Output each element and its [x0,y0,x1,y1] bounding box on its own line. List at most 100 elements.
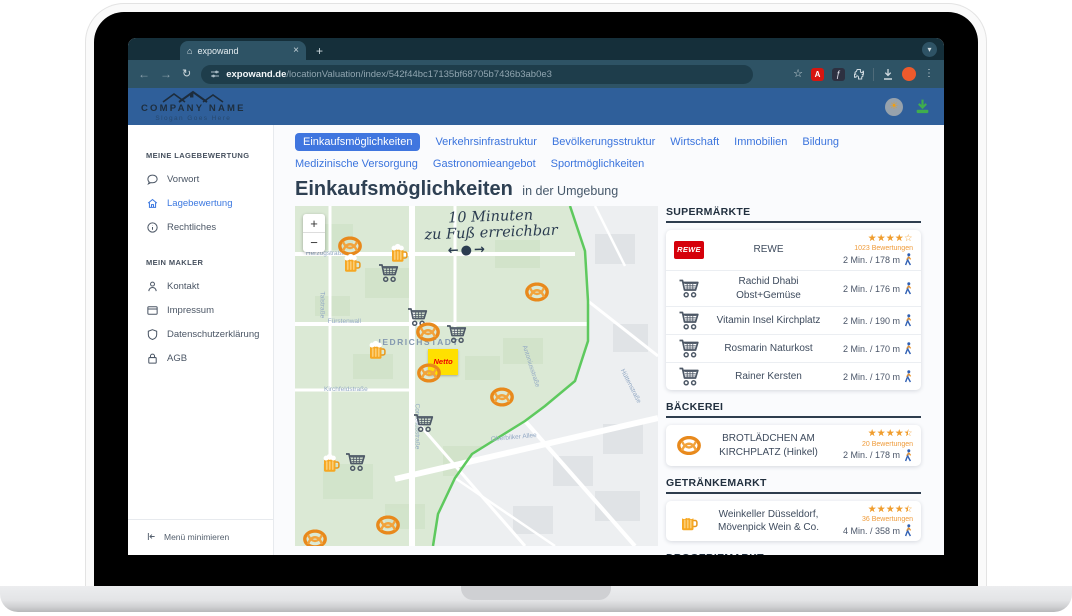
walking-icon [904,253,913,266]
list-item[interactable]: Rainer Kersten2 Min. / 170 m [666,363,921,390]
map-pretzel-icon[interactable] [417,363,441,382]
map-cart-icon[interactable] [378,263,401,282]
menu-minimize-label: Menü minimieren [164,532,229,542]
shield-icon [146,328,159,341]
collapse-icon [146,531,157,542]
back-icon[interactable]: ← [138,68,150,80]
page-subtitle: in der Umgebung [522,184,618,198]
sidebar-item-agb[interactable]: AGB [146,352,265,365]
map-cart-icon[interactable] [445,324,468,343]
section-header: GETRÄNKEMARKT [666,477,921,494]
info-icon [146,221,159,234]
map-pretzel-icon[interactable] [303,529,327,546]
toolbar-icons: ☆ A ƒ ⋮ [793,67,934,81]
sidebar-item-lagebewertung[interactable]: Lagebewertung [146,197,265,210]
extensions-puzzle-icon[interactable] [853,68,865,80]
street-label: Talstraße [319,291,326,318]
roofline-icon [161,90,225,103]
map[interactable]: + − 10 Minuten zu Fuß erreichbar ←●→ Her… [295,206,658,546]
section-card: Weinkeller Düsseldorf, Mövenpick Wein & … [666,501,921,541]
bookmark-star-icon[interactable]: ☆ [793,69,803,80]
store-name: BROTLÄDCHEN AM KIRCHPLATZ (Hinkel) [706,432,831,459]
profile-avatar[interactable] [902,67,916,81]
list-item[interactable]: Vitamin Insel Kirchplatz2 Min. / 190 m [666,307,921,335]
tab-close-icon[interactable]: × [293,45,299,56]
map-cart-icon[interactable] [412,413,435,432]
map-beer-icon[interactable] [343,254,361,273]
function-extension-icon[interactable]: ƒ [832,68,845,81]
menu-minimize-button[interactable]: Menü minimieren [128,519,273,555]
nav-tab[interactable]: Einkaufsmöglichkeiten [295,133,420,151]
rewe-logo: REWE [672,241,706,259]
adobe-acrobat-icon[interactable]: A [811,68,824,81]
distance-text: 4 Min. / 358 m [843,526,900,536]
sidebar-item-label: Datenschutzerklärung [167,329,259,340]
download-report-icon[interactable] [914,98,931,115]
new-tab-button[interactable]: + [316,45,323,57]
sidebar-item-impressum[interactable]: Impressum [146,304,265,317]
distance-info: 2 Min. / 176 m [843,282,913,295]
distance-text: 2 Min. / 178 m [843,450,900,460]
sidebar-item-kontakt[interactable]: Kontakt [146,280,265,293]
app-header: COMPANY NAME Slogan Goes Here ☀ [128,88,944,125]
nav-tab[interactable]: Verkehrsinfrastruktur [435,136,536,148]
section-header: BÄCKEREI [666,401,921,418]
store-meta: 2 Min. / 170 m [831,342,913,355]
store-meta: ☆☆☆☆☆★★★★★20 Bewertungen2 Min. / 178 m [831,429,913,461]
nav-tab[interactable]: Bildung [802,136,839,148]
address-bar[interactable]: expowand.de/locationValuation/index/542f… [201,65,753,84]
browser-tab[interactable]: ⌂ expowand × [180,41,306,60]
page-content: MEINE LAGEBEWERTUNG Vorwort Lagebewertun… [128,125,944,555]
walking-icon [904,342,913,355]
sidebar-section-title: MEINE LAGEBEWERTUNG [146,151,265,160]
theme-toggle-button[interactable]: ☀ [885,98,903,116]
tab-search-chevron-icon[interactable]: ▾ [922,42,937,57]
nav-tab[interactable]: Bevölkerungsstruktur [552,136,655,148]
sidebar-item-label: Kontakt [167,281,199,292]
map-pretzel-icon[interactable] [490,388,514,407]
zoom-out-button[interactable]: − [303,233,325,252]
forward-icon[interactable]: → [160,68,172,80]
section-card: BROTLÄDCHEN AM KIRCHPLATZ (Hinkel)☆☆☆☆☆★… [666,425,921,465]
sidebar-item-vorwort[interactable]: Vorwort [146,173,265,186]
nav-tab[interactable]: Medizinische Versorgung [295,158,418,170]
walking-icon [904,524,913,537]
reload-icon[interactable]: ↻ [182,69,191,80]
list-item[interactable]: REWEREWE☆☆☆☆☆★★★★★1023 Bewertungen2 Min.… [666,230,921,271]
cart-icon [672,339,706,358]
map-beer-icon[interactable] [368,341,386,360]
sidebar-item-rechtliches[interactable]: Rechtliches [146,221,265,234]
nav-tab[interactable]: Gastronomieangebot [433,158,536,170]
sidebar-item-datenschutz[interactable]: Datenschutzerklärung [146,328,265,341]
sidebar-item-label: Vorwort [167,174,199,185]
map-pretzel-icon[interactable] [416,323,440,342]
company-name: COMPANY NAME [141,103,246,115]
map-pretzel-icon[interactable] [376,515,400,534]
window-icon [146,304,159,317]
map-zoom-control: + − [303,214,325,252]
map-cart-icon[interactable] [344,453,367,472]
map-pretzel-icon[interactable] [525,283,549,302]
sidebar-item-label: Rechtliches [167,222,216,233]
walking-icon [904,370,913,383]
menu-dots-icon[interactable]: ⋮ [924,69,934,79]
url-text: expowand.de/locationValuation/index/542f… [226,69,552,80]
download-icon[interactable] [882,68,894,81]
sidebar-item-label: Lagebewertung [167,198,233,209]
list-item[interactable]: Weinkeller Düsseldorf, Mövenpick Wein & … [666,501,921,541]
sidebar-item-label: AGB [167,353,187,364]
nav-tab[interactable]: Sportmöglichkeiten [551,158,645,170]
nav-tab[interactable]: Wirtschaft [670,136,719,148]
distance-text: 2 Min. / 190 m [843,316,900,326]
list-item[interactable]: Rosmarin Naturkost2 Min. / 170 m [666,335,921,363]
map-beer-icon[interactable] [322,454,340,473]
store-name: Weinkeller Düsseldorf, Mövenpick Wein & … [706,508,831,535]
list-item[interactable]: Rachid Dhabi Obst+Gemüse 2 Min. / 176 m [666,271,921,307]
zoom-in-button[interactable]: + [303,214,325,233]
store-name: Rachid Dhabi Obst+Gemüse [706,275,831,302]
list-item[interactable]: BROTLÄDCHEN AM KIRCHPLATZ (Hinkel)☆☆☆☆☆★… [666,425,921,465]
nav-tab[interactable]: Immobilien [734,136,787,148]
page-title: Einkaufsmöglichkeiten [295,178,513,200]
browser-window: ⌂ expowand × + ▾ ← → ↻ expowand.de/locat… [128,38,944,555]
toolbar-divider [873,68,874,81]
